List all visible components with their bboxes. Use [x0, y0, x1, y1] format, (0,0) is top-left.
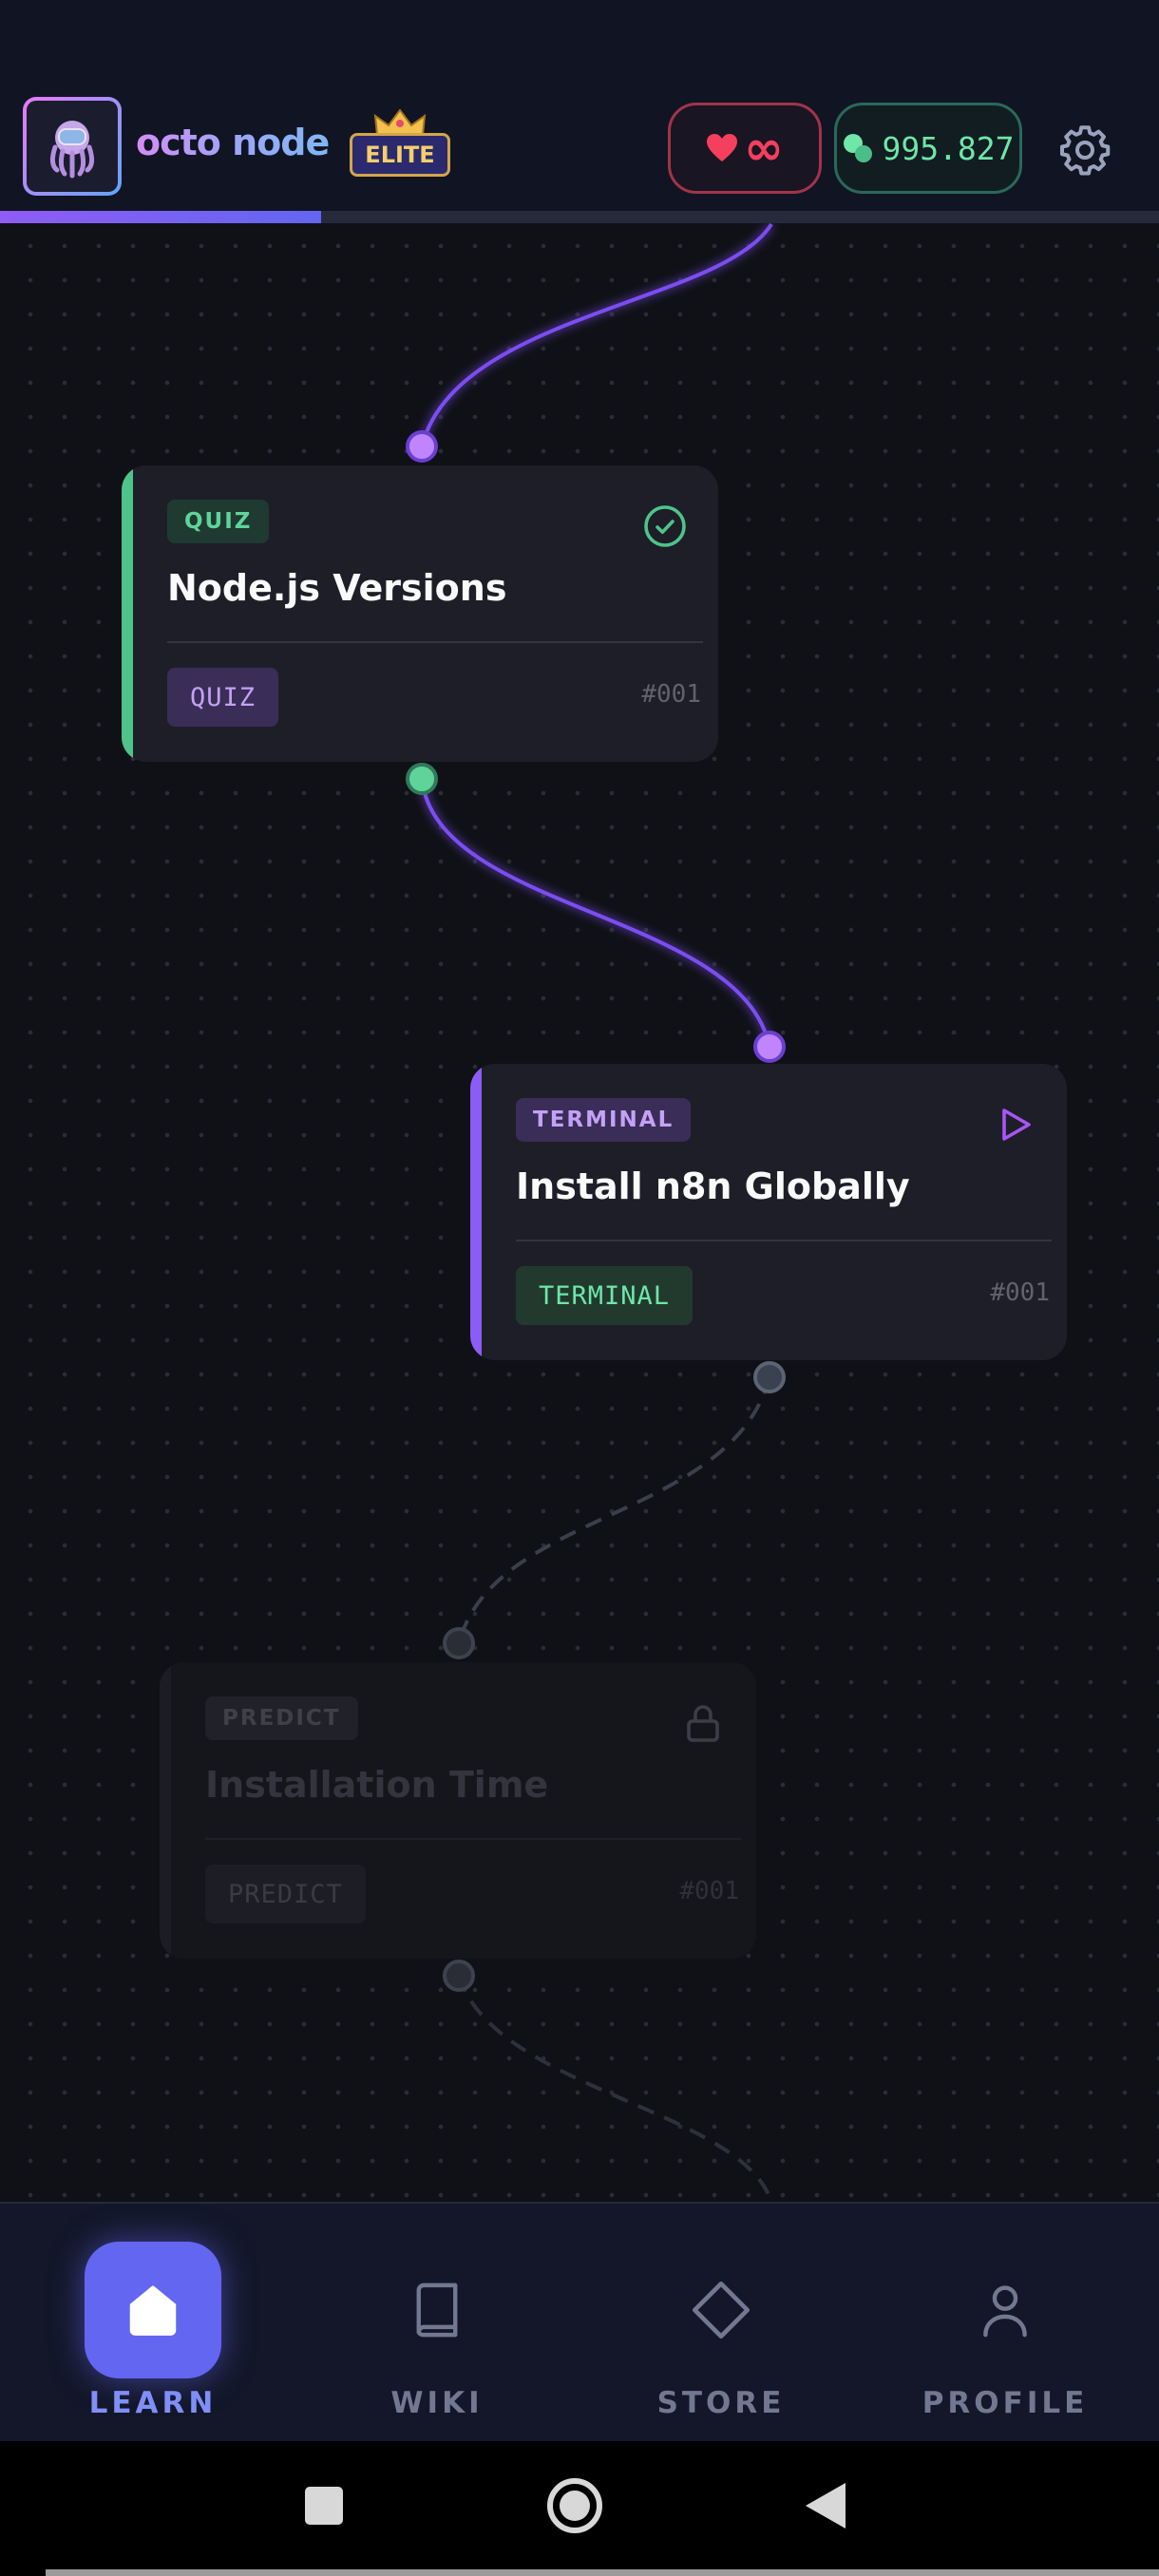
connector-2-3: [457, 1376, 771, 1644]
level-progress-fill: [0, 211, 321, 223]
lock-icon: [687, 1705, 719, 1742]
node-divider: [205, 1838, 741, 1840]
node-2-output-port: [753, 1361, 786, 1393]
home-circle-icon[interactable]: [544, 2475, 605, 2536]
check-circle-icon: [644, 505, 686, 547]
bottom-navigation: LEARN WIKI STORE PROFILE: [0, 2202, 1159, 2443]
nav-label-store: STORE: [656, 2386, 786, 2420]
play-icon[interactable]: [991, 1102, 1036, 1147]
node-title: Install n8n Globally: [516, 1165, 910, 1207]
home-icon: [129, 2285, 177, 2336]
node-2-input-port: [753, 1031, 786, 1063]
nav-label-profile: PROFILE: [922, 2386, 1089, 2420]
node-1-input-port: [406, 430, 438, 463]
node-3-output-port: [443, 1960, 475, 1992]
connector-top: [420, 222, 773, 447]
node-divider: [516, 1240, 1052, 1241]
gems-counter[interactable]: 995.827: [834, 103, 1022, 194]
system-navigation-bar: [0, 2441, 1159, 2576]
gesture-bar: [46, 2569, 1159, 2576]
heart-icon: [707, 134, 738, 161]
lesson-node-quiz[interactable]: QUIZ Node.js Versions QUIZ #001: [122, 465, 718, 762]
nav-wiki-icon-wrap: [369, 2242, 505, 2378]
top-bar: octo node ELITE ∞ 995.827: [0, 0, 1159, 211]
node-accent-bar: [160, 1662, 171, 1959]
nav-label-wiki: WIKI: [390, 2386, 484, 2420]
node-title: Installation Time: [205, 1764, 549, 1806]
elite-label: ELITE: [350, 133, 450, 177]
hearts-value: ∞: [744, 121, 784, 176]
gems-value: 995.827: [882, 129, 1015, 167]
nav-item-wiki[interactable]: WIKI: [332, 2204, 542, 2443]
node-1-output-port: [406, 763, 438, 795]
user-icon: [983, 2285, 1027, 2338]
node-accent-bar: [470, 1064, 482, 1360]
node-type-badge: PREDICT: [205, 1696, 358, 1740]
node-type-badge: TERMINAL: [516, 1098, 692, 1142]
node-divider: [167, 641, 703, 643]
back-icon[interactable]: [802, 2479, 849, 2532]
node-3-input-port: [443, 1627, 475, 1659]
nav-profile-icon-wrap: [937, 2242, 1074, 2378]
node-type-tag: TERMINAL: [516, 1266, 694, 1325]
recents-icon[interactable]: [302, 2479, 346, 2532]
connector-3-next: [457, 1975, 773, 2203]
lesson-node-terminal[interactable]: TERMINAL Install n8n Globally TERMINAL #…: [470, 1064, 1067, 1360]
node-number: #001: [641, 680, 701, 709]
node-number: #001: [679, 1877, 739, 1905]
avatar[interactable]: [23, 97, 122, 196]
diamond-icon: [692, 2281, 750, 2339]
node-title: Node.js Versions: [167, 567, 507, 609]
brand-name: octo node: [136, 122, 330, 163]
octopus-astronaut-icon: [49, 121, 95, 179]
book-icon: [416, 2282, 458, 2338]
node-type-badge: QUIZ: [167, 500, 270, 543]
lesson-node-predict: PREDICT Installation Time PREDICT #001: [160, 1662, 756, 1959]
nav-item-store[interactable]: STORE: [617, 2204, 826, 2443]
nav-item-learn[interactable]: LEARN: [48, 2204, 257, 2443]
nav-item-profile[interactable]: PROFILE: [901, 2204, 1110, 2443]
level-progress-bar: [0, 211, 1159, 223]
elite-badge[interactable]: ELITE: [350, 108, 450, 179]
hearts-counter[interactable]: ∞: [668, 103, 822, 194]
node-type-tag: PREDICT: [205, 1865, 366, 1923]
node-type-tag: QUIZ: [167, 668, 279, 727]
node-accent-bar: [122, 465, 133, 762]
nav-label-learn: LEARN: [88, 2386, 218, 2420]
connector-1-2: [420, 778, 771, 1048]
nav-store-icon-wrap: [653, 2242, 789, 2378]
node-number: #001: [990, 1279, 1050, 1307]
nav-learn-icon-wrap: [85, 2242, 221, 2378]
gems-icon: [844, 134, 873, 162]
gear-icon[interactable]: [1056, 122, 1113, 179]
